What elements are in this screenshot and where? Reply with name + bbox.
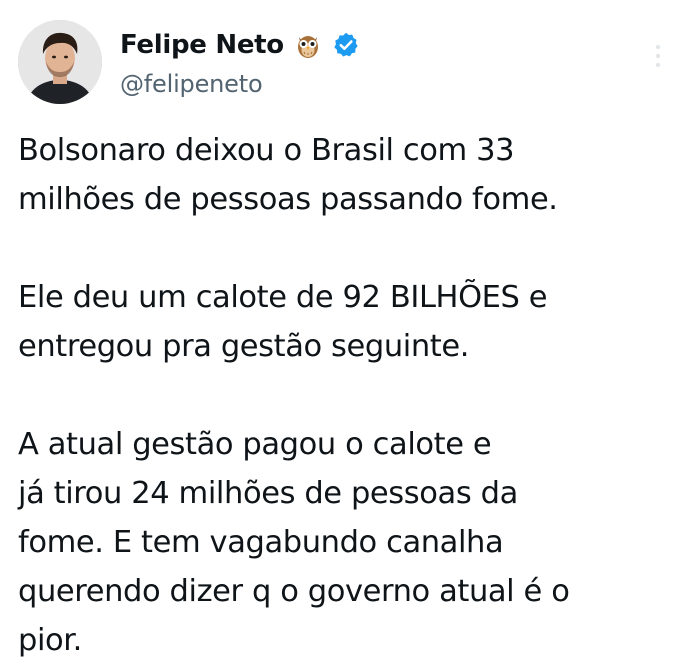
author-handle[interactable]: @felipeneto bbox=[120, 70, 263, 98]
tweet-line: entregou pra gestão seguinte. bbox=[18, 329, 470, 364]
tweet-line: já tirou 24 milhões de pessoas da bbox=[18, 476, 518, 511]
author-name-row: Felipe Neto bbox=[120, 28, 360, 62]
tweet-paragraph: Ele deu um calote de 92 BILHÕES e entreg… bbox=[18, 273, 668, 420]
tweet-line: querendo dizer q o governo atual é o bbox=[18, 574, 570, 609]
tweet-line: milhões de pessoas passando fome. bbox=[18, 182, 558, 217]
avatar-photo-icon bbox=[18, 20, 102, 104]
tweet-line: fome. E tem vagabundo canalha bbox=[18, 525, 504, 560]
tweet-line: Ele deu um calote de 92 BILHÕES e bbox=[18, 280, 548, 315]
verified-badge-icon bbox=[332, 31, 360, 59]
author-display-name[interactable]: Felipe Neto bbox=[120, 30, 284, 60]
avatar[interactable] bbox=[18, 20, 102, 104]
tweet-paragraph: A atual gestão pagou o calote e já tirou… bbox=[18, 420, 668, 665]
tweet-line: Bolsonaro deixou o Brasil com 33 bbox=[18, 133, 515, 168]
owl-emoji-icon bbox=[294, 31, 322, 59]
tweet-body: Bolsonaro deixou o Brasil com 33 milhões… bbox=[18, 126, 668, 665]
tweet-card: Felipe Neto @felipeneto Bolsonaro deixou… bbox=[0, 0, 680, 669]
tweet-paragraph: Bolsonaro deixou o Brasil com 33 milhões… bbox=[18, 126, 668, 273]
tweet-line: A atual gestão pagou o calote e bbox=[18, 427, 492, 462]
more-options-icon[interactable] bbox=[648, 40, 668, 72]
tweet-line: pior. bbox=[18, 623, 82, 658]
